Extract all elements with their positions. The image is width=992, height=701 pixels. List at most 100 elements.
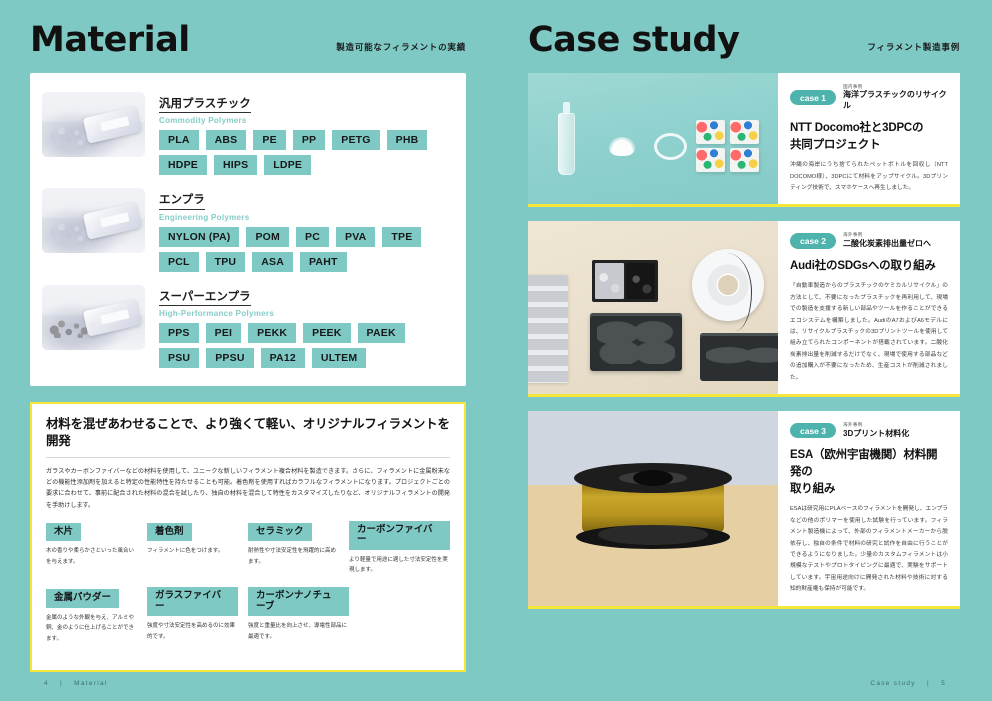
material-chip-list: NYLON (PA) POM PC PVA TPE PCL TPU ASA PAHT <box>159 226 450 272</box>
page-subtitle: フィラメント製造事例 <box>867 41 960 52</box>
case-photo-audi-workbench <box>528 221 778 395</box>
footer-page-number: 5 <box>941 680 946 687</box>
additive-tag: セラミック <box>248 522 312 542</box>
additive-tag: 金属パウダー <box>46 589 120 608</box>
material-group-row: 汎用プラスチック Commodity Polymers PLA ABS PE PP PE… <box>42 87 450 182</box>
additive-item: ガラスファイバー強度や寸法安定性を高めるのに効果的です。 <box>147 587 248 645</box>
material-group-row: スーパーエンプラ High-Performance Polymers PPS PE… <box>42 280 450 375</box>
case-body: ESAは研究用にPLAベースのフィラメントを開発し、エンプラなどの他のポリマーを… <box>790 506 948 593</box>
material-category-en: Engineering Polymers <box>159 212 250 222</box>
case-region-label: 海外事例 <box>843 232 863 238</box>
case-text: case 2 海外事例 二酸化炭素排出量ゼロへ Audi社のSDGsへの取り組み… <box>778 221 960 394</box>
footer-section-label: Case study <box>870 680 916 687</box>
material-chip-list: PPS PEI PEKK PEEK PAEK PSU PPSU PA12 ULTEM <box>159 323 450 369</box>
additive-tag: 木片 <box>46 522 82 542</box>
material-chip: POM <box>246 226 289 247</box>
additive-tag: カーボンナノチューブ <box>248 587 349 616</box>
material-chip: PHB <box>386 130 428 151</box>
case-study-list: case 1 国内事例 海洋プラスチックのリサイクル NTT Docomo社と3… <box>528 72 960 609</box>
footer-separator: | <box>926 680 930 687</box>
case-kicker: 海外事例 二酸化炭素排出量ゼロへ <box>843 232 931 249</box>
case-header: case 2 海外事例 二酸化炭素排出量ゼロへ <box>790 232 948 249</box>
case-region-label: 国内事例 <box>843 83 863 89</box>
case-topic-label: 二酸化炭素排出量ゼロへ <box>843 238 931 248</box>
material-group-info: 汎用プラスチック Commodity Polymers PLA ABS PE PP PE… <box>159 92 450 176</box>
footer-page-number: 4 <box>44 680 49 687</box>
material-chip: PCL <box>159 251 199 272</box>
additive-item: 木片木の香りや柔らかさといった風合いを与えます。 <box>46 521 147 576</box>
material-chip: HIPS <box>213 155 258 176</box>
additive-item: セラミック耐熱性や寸法安定性を飛躍的に高めます。 <box>248 521 349 576</box>
case-card[interactable]: case 2 海外事例 二酸化炭素排出量ゼロへ Audi社のSDGsへの取り組み… <box>528 221 960 398</box>
case-topic-label: 海洋プラスチックのリサイクル <box>843 90 947 111</box>
additive-description: フィラメントに色をつけます。 <box>147 548 224 555</box>
page-title: Case study <box>528 20 740 60</box>
additive-description: 木の香りや柔らかさといった風合いを与えます。 <box>46 548 135 565</box>
case-topic-label: 3Dプリント材料化 <box>843 428 910 438</box>
additive-item: カーボンナノチューブ 強度と重量比を向上させ、導電性部品に最適です。 <box>248 587 349 645</box>
material-chip: ABS <box>205 130 247 151</box>
custom-filament-panel: 材料を混ぜあわせることで、より強くて軽い、オリジナルフィラメントを開発 ガラスや… <box>30 402 466 672</box>
material-category-ja: エンプラ <box>159 193 205 210</box>
material-chip: LDPE <box>264 155 312 176</box>
material-chip: PC <box>296 226 329 247</box>
additive-item: 金属パウダー金属のような外観を与え、アルミや銅、金のように仕上げることができます… <box>46 587 147 645</box>
material-chip: PPS <box>159 323 199 344</box>
material-chip-list: PLA ABS PE PP PETG PHB HDPE HIPS LDPE <box>159 130 450 176</box>
material-chip: ULTEM <box>311 348 367 369</box>
material-chip: PA12 <box>260 348 305 369</box>
material-list-card: 汎用プラスチック Commodity Polymers PLA ABS PE PP PE… <box>30 72 466 387</box>
material-group-row: エンプラ Engineering Polymers NYLON (PA) POM P… <box>42 183 450 278</box>
material-chip: PEEK <box>303 323 351 344</box>
case-title: ESA（欧州宇宙機関）材料開発の 取り組み <box>790 449 938 495</box>
material-chip: HDPE <box>159 155 207 176</box>
material-chip: PE <box>253 130 286 151</box>
material-chip: PPSU <box>206 348 254 369</box>
case-body: 沖縄の海岸にうち捨てられたペットボトルを回収し（NTT DOCOMO様）、3DP… <box>790 162 948 191</box>
case-badge: case 3 <box>790 423 836 439</box>
page-subtitle: 製造可能なフィラメントの実績 <box>336 41 466 52</box>
case-header: case 3 海外事例 3Dプリント材料化 <box>790 422 948 439</box>
case-card[interactable]: case 1 国内事例 海洋プラスチックのリサイクル NTT Docomo社と3… <box>528 72 960 208</box>
material-chip: TPE <box>382 226 422 247</box>
material-group-info: エンプラ Engineering Polymers NYLON (PA) POM P… <box>159 188 450 272</box>
additive-tag: カーボンファイバー <box>349 520 450 550</box>
material-chip: TPU <box>205 251 246 272</box>
footer-right: Case study | 5 <box>866 680 950 687</box>
material-chip: ASA <box>252 251 293 272</box>
case-kicker: 海外事例 3Dプリント材料化 <box>843 422 909 439</box>
custom-filament-heading: 材料を混ぜあわせることで、より強くて軽い、オリジナルフィラメントを開発 <box>46 416 450 458</box>
additive-tag: 着色剤 <box>147 522 192 542</box>
additive-item: 着色剤フィラメントに色をつけます。 <box>147 521 248 576</box>
additive-description: 耐熱性や寸法安定性を飛躍的に高めます。 <box>248 548 337 565</box>
case-text: case 1 国内事例 海洋プラスチックのリサイクル NTT Docomo社と3… <box>778 73 960 205</box>
custom-filament-body: ガラスやカーボンファイバーなどの材料を使用して、ユニークな新しいフィラメント複合… <box>46 467 450 509</box>
case-kicker: 国内事例 海洋プラスチックのリサイクル <box>843 84 948 112</box>
page-left-material: Material 製造可能なフィラメントの実績 汎用プラスチック Commodi… <box>0 0 496 701</box>
material-group-info: スーパーエンプラ High-Performance Polymers PPS PE… <box>159 285 450 369</box>
material-chip: PEI <box>205 323 242 344</box>
left-page-header: Material 製造可能なフィラメントの実績 <box>30 0 466 69</box>
page-title: Material <box>30 20 190 60</box>
footer-left: 4 | Material <box>40 680 112 687</box>
material-chip: PAHT <box>300 251 347 272</box>
material-chip: NYLON (PA) <box>159 226 240 247</box>
material-category-en: Commodity Polymers <box>159 116 247 126</box>
material-chip: PSU <box>159 348 200 369</box>
case-badge: case 1 <box>790 90 836 106</box>
additive-grid: 木片木の香りや柔らかさといった風合いを与えます。 着色剤フィラメントに色をつけます… <box>46 520 450 656</box>
additive-description: 強度や寸法安定性を高めるのに効果的です。 <box>147 623 236 640</box>
material-photo-high-performance <box>42 284 145 350</box>
material-chip: PEKK <box>248 323 297 344</box>
case-photo-gold-filament-spool <box>528 411 778 606</box>
material-category-ja: 汎用プラスチック <box>159 97 251 114</box>
additive-tag: ガラスファイバー <box>147 587 238 616</box>
magazine-spread: Material 製造可能なフィラメントの実績 汎用プラスチック Commodi… <box>0 0 992 701</box>
case-text: case 3 海外事例 3Dプリント材料化 ESA（欧州宇宙機関）材料開発の 取り… <box>778 411 960 606</box>
additive-description: 金属のような外観を与え、アルミや銅、金のように仕上げることができます。 <box>46 614 135 642</box>
right-page-header: Case study フィラメント製造事例 <box>528 0 960 69</box>
material-chip: PP <box>292 130 326 151</box>
case-card[interactable]: case 3 海外事例 3Dプリント材料化 ESA（欧州宇宙機関）材料開発の 取り… <box>528 411 960 609</box>
footer-section-label: Material <box>74 680 108 687</box>
material-chip: PVA <box>336 226 376 247</box>
